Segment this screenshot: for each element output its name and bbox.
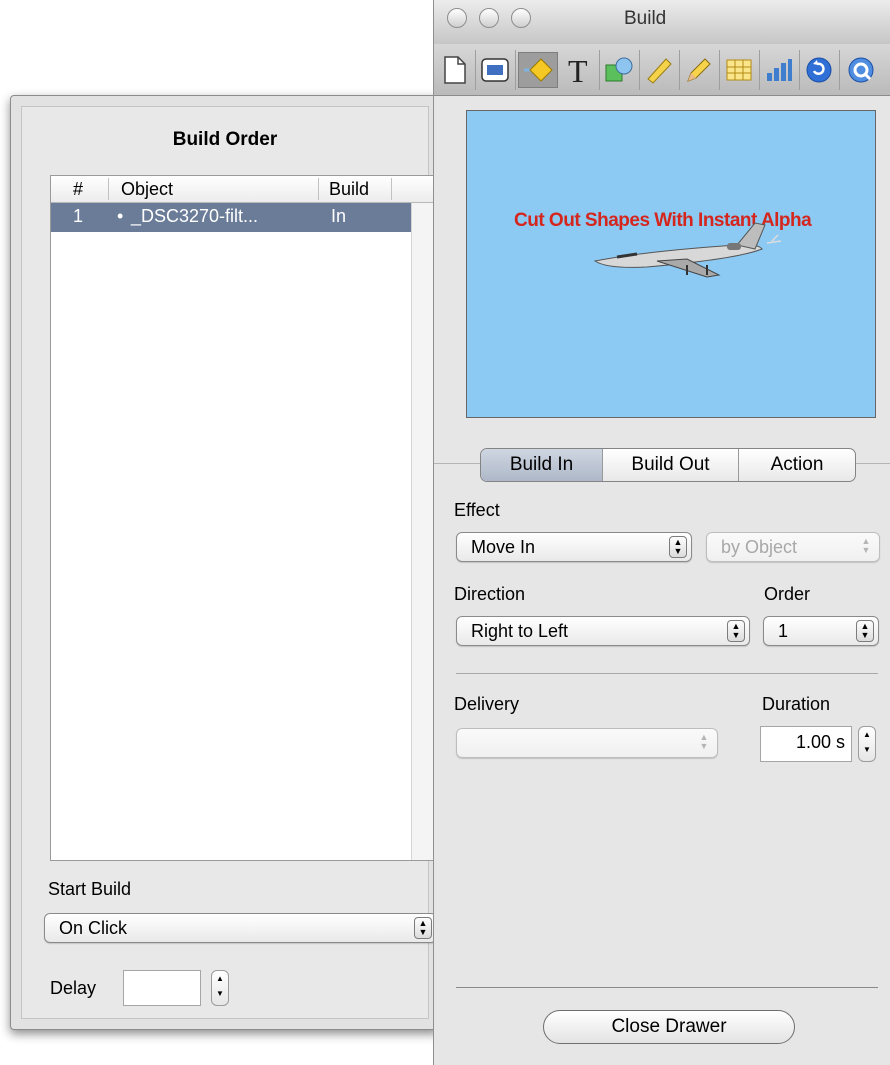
divider — [456, 673, 878, 674]
window-title: Build — [624, 8, 667, 29]
duration-stepper[interactable]: ▲ ▼ — [858, 726, 876, 762]
effect-popup[interactable]: Move In ▲ ▼ — [456, 532, 692, 562]
quicktime-icon[interactable] — [844, 52, 878, 88]
column-header-build[interactable]: Build — [329, 179, 369, 200]
delay-stepper[interactable]: ▲ ▼ — [211, 970, 229, 1006]
metrics-icon[interactable] — [642, 52, 676, 88]
hyperlink-icon[interactable] — [802, 52, 836, 88]
tab-action[interactable]: Action — [739, 449, 855, 481]
build-tabs: Build In Build Out Action — [480, 448, 856, 482]
table-scrollbar[interactable] — [411, 203, 433, 860]
table-row[interactable]: 1 • _DSC3270-filt... In — [51, 203, 413, 232]
document-icon[interactable] — [438, 52, 472, 88]
svg-text:T: T — [568, 54, 588, 86]
updown-arrows-icon: ▲ ▼ — [861, 536, 871, 555]
duration-field[interactable]: 1.00 s — [760, 726, 852, 762]
table-header: # Object Build — [51, 176, 433, 203]
updown-arrows-icon: ▲ ▼ — [727, 620, 745, 642]
effect-label: Effect — [454, 500, 500, 520]
text-icon[interactable]: T — [562, 52, 596, 88]
title-bar: Build — [434, 0, 890, 44]
direction-value: Right to Left — [471, 621, 569, 641]
delivery-label: Delivery — [454, 694, 520, 714]
duration-label: Duration — [762, 694, 831, 714]
row-bullet: • — [117, 206, 124, 226]
updown-arrows-icon: ▲ ▼ — [414, 917, 432, 939]
drawer-panel: Build Order # Object Build 1 • _DSC3270-… — [21, 106, 437, 1019]
drawer-title: Build Order — [172, 129, 278, 150]
start-build-label: Start Build — [48, 879, 132, 899]
start-build-popup[interactable]: On Click ▲ ▼ — [44, 913, 437, 943]
delay-field[interactable] — [123, 970, 201, 1006]
slide-icon[interactable] — [478, 52, 512, 88]
inspector-toolbar: T — [434, 44, 890, 96]
build-order-table[interactable]: # Object Build 1 • _DSC3270-filt... In — [50, 175, 434, 861]
order-popup[interactable]: 1 ▲ ▼ — [763, 616, 879, 646]
build-order-drawer: Build Order # Object Build 1 • _DSC3270-… — [10, 95, 440, 1030]
direction-popup[interactable]: Right to Left ▲ ▼ — [456, 616, 750, 646]
updown-arrows-icon: ▲ ▼ — [699, 732, 709, 751]
minimize-window-button[interactable] — [479, 8, 499, 28]
column-header-number[interactable]: # — [73, 179, 83, 200]
build-icon[interactable] — [518, 52, 558, 88]
close-window-button[interactable] — [447, 8, 467, 28]
table-icon[interactable] — [722, 52, 756, 88]
slide-preview: Cut Out Shapes With Instant Alpha — [466, 110, 876, 418]
build-inspector-window: Build T Cut Out Shapes With Instant Alph… — [433, 0, 890, 1065]
by-object-popup[interactable]: by Object ▲ ▼ — [706, 532, 880, 562]
tab-build-out[interactable]: Build Out — [603, 449, 739, 481]
row-object-name: _DSC3270-filt... — [131, 206, 259, 226]
zoom-window-button[interactable] — [511, 8, 531, 28]
delivery-popup[interactable]: ▲ ▼ — [456, 728, 718, 758]
airplane-image — [593, 222, 782, 278]
graphic-icon[interactable] — [602, 52, 636, 88]
tab-build-in[interactable]: Build In — [481, 449, 603, 481]
start-build-value: On Click — [59, 918, 128, 938]
updown-arrows-icon: ▲ ▼ — [669, 536, 687, 558]
chart-icon[interactable] — [762, 52, 796, 88]
column-header-object[interactable]: Object — [121, 179, 173, 200]
row-build-type: In — [331, 206, 347, 226]
effect-value: Move In — [471, 537, 536, 557]
direction-label: Direction — [454, 584, 526, 604]
by-object-value: by Object — [721, 537, 798, 557]
divider — [456, 987, 878, 988]
pencil-icon[interactable] — [682, 52, 716, 88]
updown-arrows-icon: ▲ ▼ — [856, 620, 874, 642]
order-label: Order — [764, 584, 811, 604]
delay-label: Delay — [50, 978, 97, 998]
row-number: 1 — [73, 206, 84, 226]
order-value: 1 — [778, 621, 789, 641]
close-drawer-button[interactable]: Close Drawer — [543, 1010, 795, 1044]
